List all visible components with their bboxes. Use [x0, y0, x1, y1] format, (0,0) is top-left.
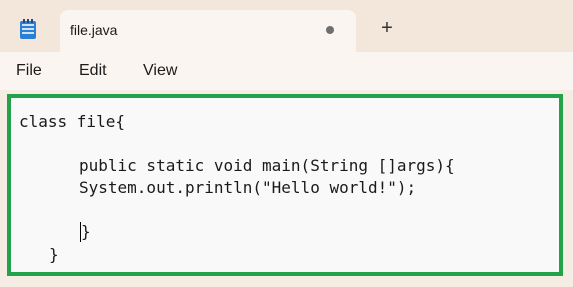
code-line: public static void main(String []args){: [79, 156, 455, 175]
plus-icon[interactable]: +: [378, 18, 396, 38]
menu-view[interactable]: View: [143, 62, 177, 80]
code-line: }: [49, 245, 59, 264]
title-bar: file.java +: [0, 0, 573, 52]
menu-file[interactable]: File: [16, 62, 42, 80]
tab-file-java[interactable]: file.java: [60, 10, 356, 52]
text-editor[interactable]: class file{ public static void main(Stri…: [7, 94, 563, 276]
unsaved-dot-icon[interactable]: [326, 26, 334, 34]
menu-edit[interactable]: Edit: [79, 62, 107, 80]
code-line: System.out.println("Hello world!");: [79, 178, 417, 197]
notepad-icon: [18, 18, 38, 40]
tab-title: file.java: [70, 22, 118, 38]
code-line: class file{: [19, 112, 125, 131]
code-line: }: [81, 222, 91, 241]
menu-bar: File Edit View: [0, 52, 573, 90]
